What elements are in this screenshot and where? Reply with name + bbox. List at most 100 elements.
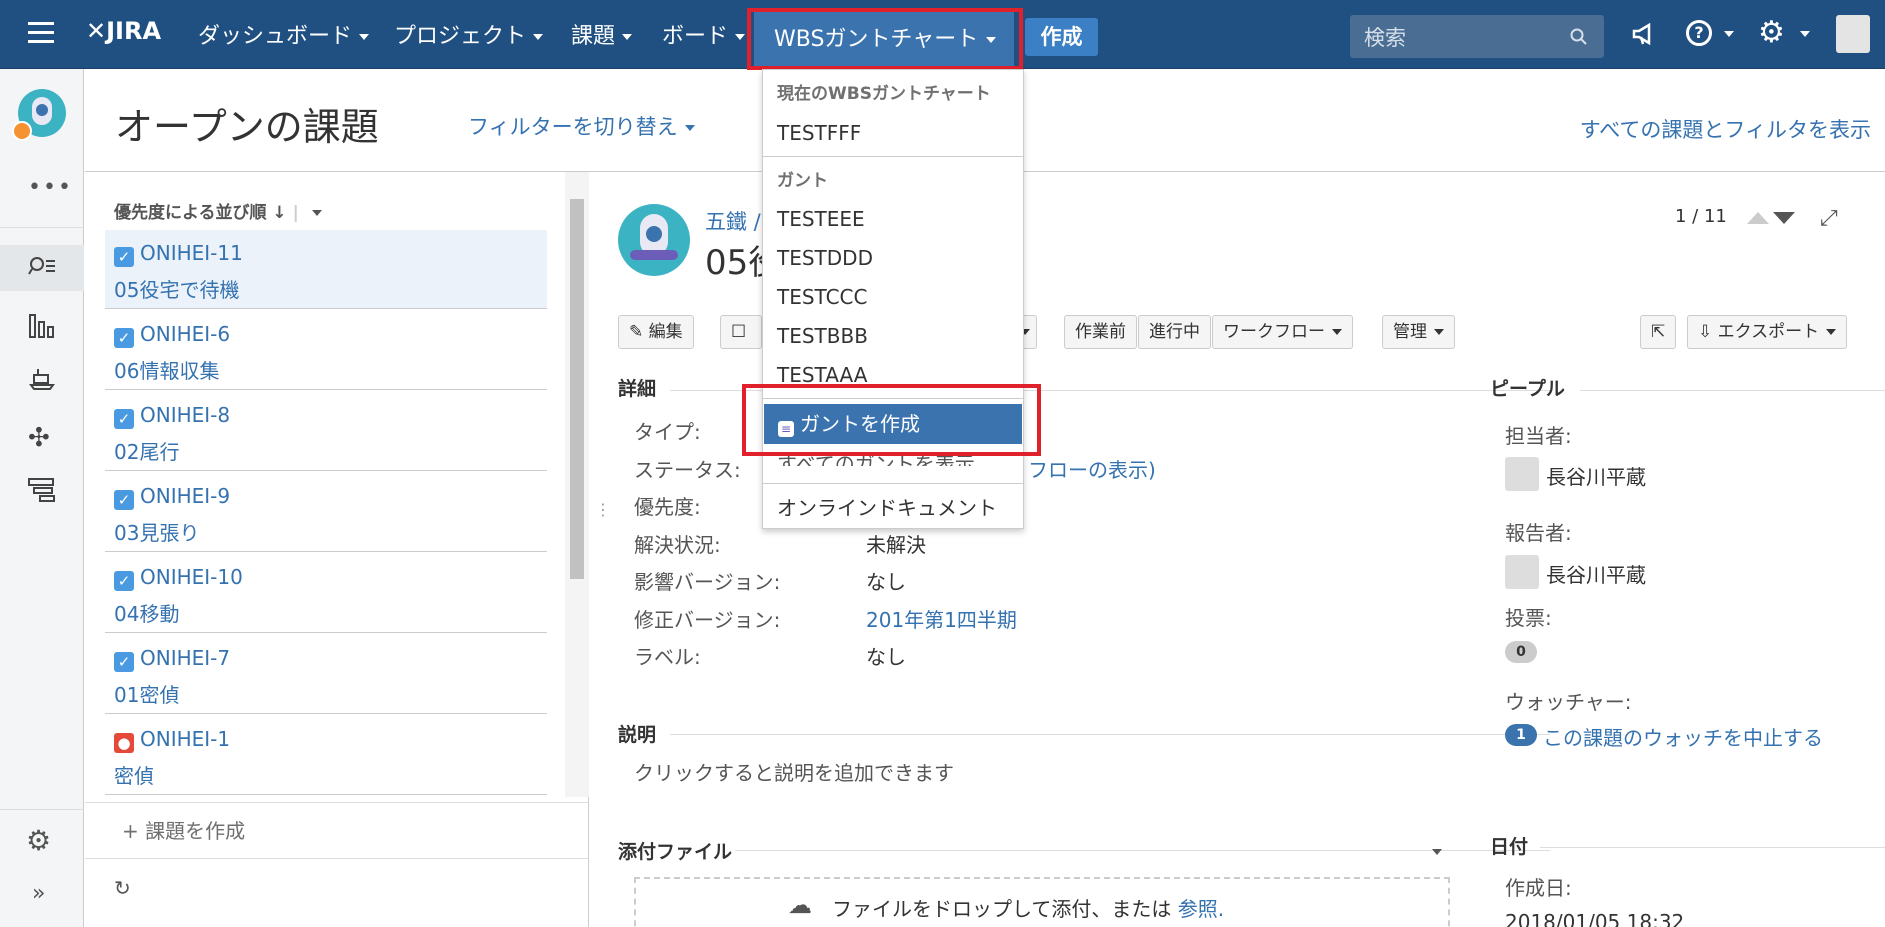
list-item[interactable]: ✓ ONIHEI-9 03見張り [105, 473, 547, 552]
chevron-down-icon [622, 34, 633, 40]
workflow-button[interactable]: ワークフロー [1212, 315, 1353, 349]
list-item[interactable]: ✓ ONIHEI-10 04移動 [105, 554, 547, 633]
panel-resize-handle[interactable]: ⋮ [595, 500, 611, 519]
chevron-down-icon [533, 34, 544, 40]
people-heading: ピープル [1490, 378, 1565, 400]
issue-list-panel: 優先度による並び順 ↓ | ✓ ONIHEI-11 05役宅で待機 ✓ ONIHEI… [85, 172, 589, 927]
pencil-icon: ✎ [629, 322, 644, 342]
issues-search-icon[interactable] [28, 255, 56, 283]
nav-dashboard[interactable]: ダッシュボード [198, 18, 370, 50]
share-button[interactable]: ⇱ [1640, 315, 1677, 349]
page-title: オープンの課題 [115, 105, 379, 149]
field-label: 解決状況: [634, 533, 721, 557]
chevron-down-icon [359, 34, 370, 40]
chevron-down-icon [735, 34, 746, 40]
releases-icon[interactable] [28, 367, 56, 395]
sort-order[interactable]: 優先度による並び順 ↓ | [114, 198, 322, 223]
gantt-item[interactable]: TESTEEE [777, 207, 865, 231]
nav-issues[interactable]: 課題 [571, 18, 633, 50]
created-date: 2018/01/05 18:32 [1505, 910, 1685, 927]
chevron-down-icon[interactable] [1432, 849, 1442, 855]
browse-link[interactable]: 参照. [1178, 897, 1224, 921]
highlight-box-create-gantt [742, 384, 1041, 456]
gantt-item-current[interactable]: TESTFFF [777, 121, 861, 145]
created-label: 作成日: [1505, 876, 1572, 900]
chevron-down-icon [684, 125, 695, 131]
nav-projects[interactable]: プロジェクト [394, 18, 544, 50]
project-avatar-large [618, 204, 690, 276]
attachment-dropzone[interactable]: ☁ ファイルをドロップして添付、または 参照. [634, 877, 1450, 927]
task-icon: ✓ [114, 247, 134, 267]
fix-version-link[interactable]: 201年第1四半期 [866, 604, 1017, 633]
expand-sidebar-icon[interactable]: » [32, 881, 45, 906]
sort-arrow-icon: ↓ [272, 203, 287, 223]
list-scrollbar-thumb[interactable] [570, 199, 584, 579]
admin-button[interactable]: 管理 [1382, 315, 1455, 349]
assignee-label: 担当者: [1505, 424, 1572, 448]
watch-count-badge: 1 [1505, 724, 1537, 746]
assignee-link[interactable]: 長谷川平蔵 [1546, 461, 1646, 490]
more-icon[interactable]: ••• [28, 175, 73, 200]
jira-logo[interactable]: ✕JIRA [86, 17, 161, 45]
create-issue-link[interactable]: + 課題を作成 [122, 815, 245, 844]
field-label: ステータス: [634, 458, 741, 482]
comment-button[interactable]: ☐ [720, 315, 762, 349]
reports-icon[interactable] [28, 313, 56, 341]
refresh-icon[interactable]: ↻ [114, 876, 131, 900]
create-button[interactable]: 作成 [1025, 18, 1098, 56]
switch-filter-link[interactable]: フィルターを切り替え [468, 111, 695, 141]
gear-icon[interactable]: ⚙ [1758, 15, 1785, 50]
field-label: ラベル: [634, 645, 701, 669]
gantt-item[interactable]: TESTDDD [777, 246, 873, 270]
help-icon[interactable]: ? [1686, 20, 1712, 46]
project-settings-icon[interactable]: ⚙ [26, 824, 51, 857]
votes-badge[interactable]: 0 [1505, 641, 1537, 663]
list-item[interactable]: ✓ ONIHEI-7 01密偵 [105, 635, 547, 714]
attachments-heading: 添付ファイル [618, 841, 733, 863]
bug-icon: ● [114, 733, 134, 753]
in-progress-button[interactable]: 進行中 [1138, 315, 1211, 349]
current-gantt-header: 現在のWBSガントチャート [777, 84, 991, 104]
avatar[interactable] [1836, 15, 1870, 53]
project-badge-icon [12, 121, 32, 141]
gantt-item[interactable]: TESTCCC [777, 285, 868, 309]
gantt-item[interactable]: TESTBBB [777, 324, 868, 348]
next-issue-icon[interactable] [1773, 212, 1795, 224]
resolution-value: 未解決 [866, 533, 926, 557]
assignee-avatar [1505, 457, 1539, 491]
components-puzzle-icon[interactable]: ✣ [28, 423, 56, 453]
todo-button[interactable]: 作業前 [1064, 315, 1137, 349]
nav-boards[interactable]: ボード [662, 18, 746, 50]
edit-button[interactable]: ✎ 編集 [618, 315, 694, 349]
task-icon: ✓ [114, 571, 134, 591]
highlight-box-wbs [747, 8, 1023, 70]
task-icon: ✓ [114, 490, 134, 510]
field-label: 優先度: [634, 495, 701, 519]
project-sidebar: ••• ✣ ⚙ » [0, 69, 84, 927]
breadcrumb[interactable]: 五鐵 / [705, 206, 761, 236]
list-item[interactable]: ✓ ONIHEI-8 02尾行 [105, 392, 547, 471]
list-item[interactable]: ✓ ONIHEI-11 05役宅で待機 [105, 230, 547, 309]
menu-icon[interactable] [28, 22, 54, 44]
dates-heading: 日付 [1490, 836, 1529, 858]
stop-watching-link[interactable]: この課題のウォッチを中止する [1543, 722, 1823, 751]
search-placeholder: 検索 [1364, 26, 1406, 50]
workflow-link[interactable]: フローの表示) [1028, 454, 1156, 483]
wbs-gantt-dropdown: 現在のWBSガントチャート TESTFFF ガント TESTEEE TESTDD… [762, 69, 1024, 529]
top-navigation: ✕JIRA ダッシュボード プロジェクト 課題 ボード WBSガントチャート 作… [0, 0, 1885, 70]
gantt-icon[interactable] [28, 477, 56, 505]
chevron-down-icon [1826, 329, 1837, 335]
search-input[interactable]: 検索 [1350, 15, 1604, 58]
reporter-link[interactable]: 長谷川平蔵 [1546, 559, 1646, 588]
labels-value: なし [866, 645, 906, 669]
online-docs-item[interactable]: オンラインドキュメント [777, 492, 997, 521]
upload-cloud-icon: ☁ [788, 891, 812, 919]
megaphone-icon[interactable] [1632, 22, 1658, 46]
previous-issue-icon[interactable] [1747, 212, 1769, 224]
description-placeholder[interactable]: クリックすると説明を追加できます [634, 757, 954, 786]
list-item[interactable]: ● ONIHEI-1 密偵 [105, 716, 547, 795]
all-issues-filters-link[interactable]: すべての課題とフィルタを表示 [1580, 114, 1871, 144]
list-item[interactable]: ✓ ONIHEI-6 06情報収集 [105, 311, 547, 390]
expand-icon[interactable]: ⤢ [1820, 206, 1838, 231]
export-button[interactable]: ⇩ エクスポート [1687, 315, 1848, 349]
